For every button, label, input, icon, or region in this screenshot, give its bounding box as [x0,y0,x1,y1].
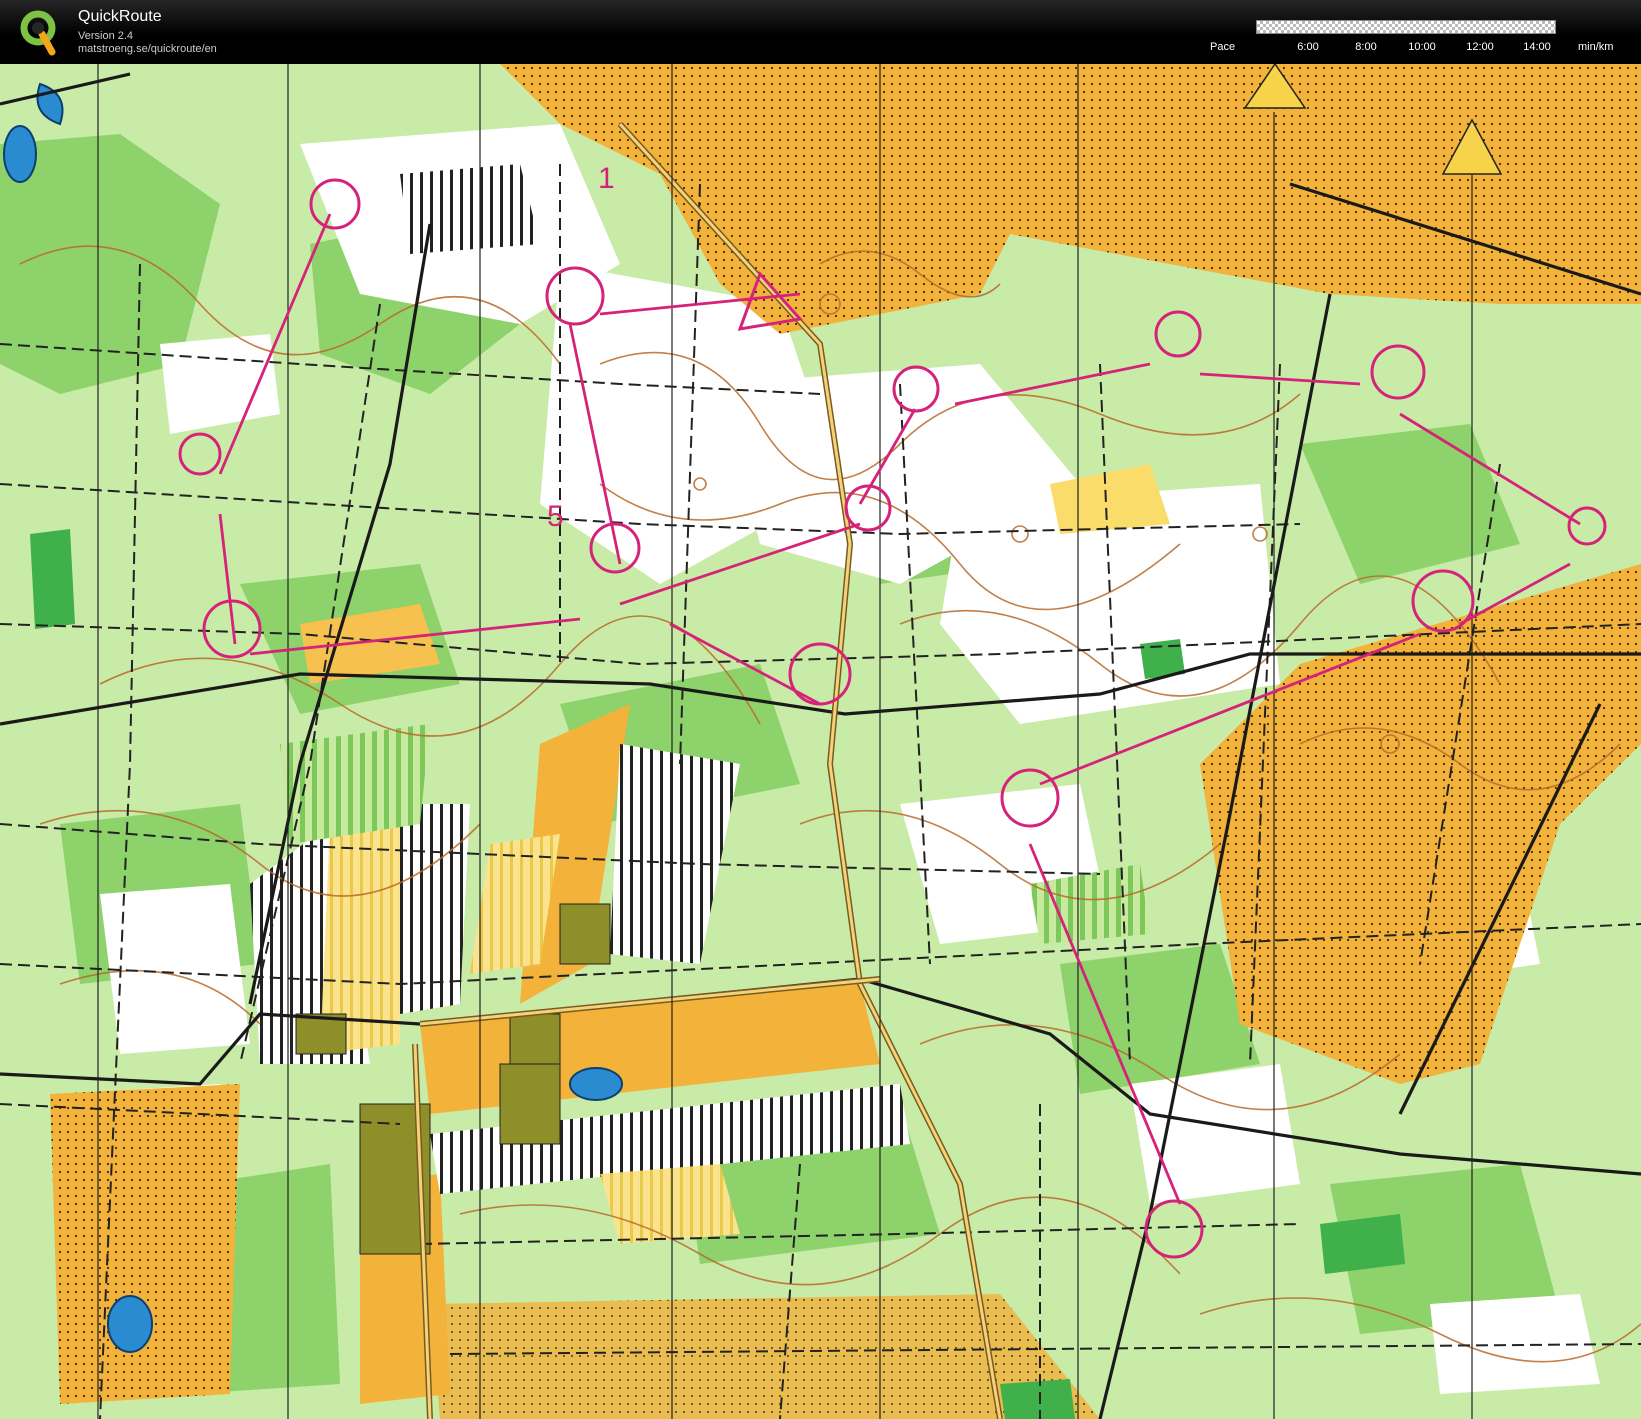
control-number: 5 [547,500,564,533]
pace-tick: 12:00 [1466,41,1494,53]
pace-color-scale [1256,20,1556,34]
pace-tick: 8:00 [1355,41,1377,53]
pace-tick: 10:00 [1408,41,1436,53]
app-name: QuickRoute [78,8,162,25]
pace-tick: 6:00 [1297,41,1319,53]
app-version: Version 2.4 [78,30,134,42]
orienteering-map[interactable]: 1 5 [0,64,1641,1419]
pace-unit: min/km [1578,41,1614,53]
control-number: 1 [598,162,615,195]
pace-tick: 14:00 [1523,41,1551,53]
pace-label: Pace [1210,41,1236,53]
header-bar: QuickRoute Version 2.4 matstroeng.se/qui… [0,0,1641,64]
app-url-link[interactable]: matstroeng.se/quickroute/en [78,43,217,55]
quickroute-logo-icon [20,10,56,56]
